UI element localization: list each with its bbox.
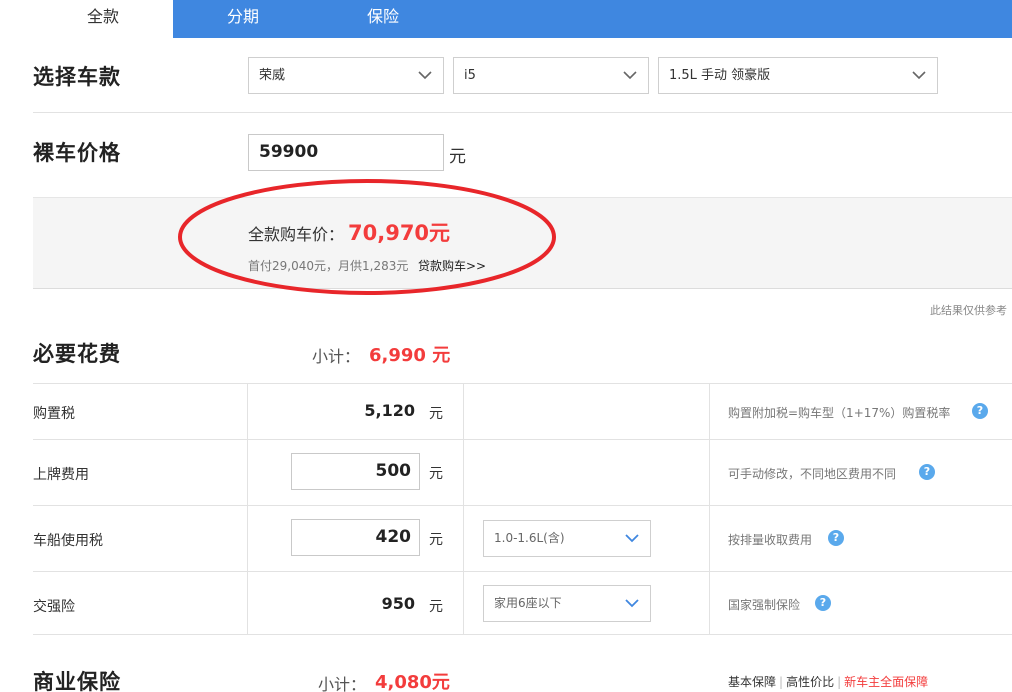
table-column-line [463,383,464,635]
result-panel: 全款购车价： 70,970元 首付29,040元，月供1,283元 贷款购车>> [33,197,1012,289]
divider [33,112,1012,113]
purchase-tax-amount: 5,120 [364,401,415,420]
chevron-down-icon [417,69,433,81]
purchase-tax-label: 购置税 [33,406,75,422]
compulsory-insurance-unit: 元 [429,599,443,615]
plate-fee-label: 上牌费用 [33,467,89,483]
chevron-down-icon [624,532,640,544]
table-column-line [709,383,710,635]
commercial-subtotal-value: 4,080元 [375,672,450,692]
help-icon[interactable]: ? [919,464,935,480]
plan-value-link[interactable]: 高性价比 [786,675,834,689]
displacement-select-value: 1.0-1.6L(含) [494,531,565,545]
plate-fee-unit: 元 [429,466,443,482]
chevron-down-icon [911,69,927,81]
tab-full-payment[interactable]: 全款 [33,0,173,38]
necessary-costs-title: 必要花费 [33,342,121,366]
help-icon[interactable]: ? [972,403,988,419]
tab-installment[interactable]: 分期 [173,0,313,38]
brand-select-value: 荣威 [259,68,286,83]
help-icon[interactable]: ? [828,530,844,546]
vehicle-tax-unit: 元 [429,532,443,548]
loan-purchase-link[interactable]: 贷款购车>> [418,257,486,274]
necessary-subtotal-value: 6,990 元 [369,345,451,366]
purchase-tax-desc: 购置附加税=购车型（1+17%）购置税率 [728,406,951,420]
table-line [33,383,1012,384]
vehicle-tax-label: 车船使用税 [33,533,103,549]
vehicle-tax-input[interactable]: 420 [291,519,420,556]
compulsory-insurance-desc: 国家强制保险 [728,598,801,612]
bare-price-title: 裸车价格 [33,141,121,165]
brand-select[interactable]: 荣威 [248,57,444,94]
table-line [33,634,1012,635]
bare-price-input[interactable]: 59900 [248,134,444,171]
purchase-tax-unit: 元 [429,406,443,422]
plate-fee-input[interactable]: 500 [291,453,420,490]
commercial-insurance-title: 商业保险 [33,670,121,692]
divider: | [779,675,784,689]
divider: | [837,675,842,689]
displacement-select[interactable]: 1.0-1.6L(含) [483,520,651,557]
table-line [33,505,1012,506]
seat-class-select-value: 家用6座以下 [494,596,562,610]
version-select[interactable]: 1.5L 手动 领豪版 [658,57,938,94]
chevron-down-icon [624,597,640,609]
total-price-label: 全款购车价： [248,225,345,244]
help-icon[interactable]: ? [815,595,831,611]
tab-insurance[interactable]: 保险 [313,0,453,38]
plan-full-coverage-link[interactable]: 新车主全面保障 [844,675,928,689]
table-column-line [247,383,248,635]
model-select[interactable]: i5 [453,57,649,94]
reference-note: 此结果仅供参考 [930,304,1007,317]
payment-summary: 首付29,040元，月供1,283元 [248,259,409,273]
table-line [33,571,1012,572]
tab-bar: 全款 分期 保险 [33,0,1012,38]
plate-fee-desc: 可手动修改，不同地区费用不同 [728,467,897,481]
table-line [33,439,1012,440]
compulsory-insurance-amount: 950 [381,594,415,613]
commercial-subtotal-label: 小计： [318,675,367,692]
insurance-plan-links: 基本保障 | 高性价比 | 新车主全面保障 [728,673,928,690]
necessary-subtotal-label: 小计： [312,347,361,366]
total-price-value: 70,970元 [348,221,451,245]
seat-class-select[interactable]: 家用6座以下 [483,585,651,622]
version-select-value: 1.5L 手动 领豪版 [669,68,771,83]
compulsory-insurance-label: 交强险 [33,599,75,615]
select-car-title: 选择车款 [33,65,121,89]
model-select-value: i5 [464,68,476,83]
chevron-down-icon [622,69,638,81]
plan-basic-link[interactable]: 基本保障 [728,675,776,689]
vehicle-tax-desc: 按排量收取费用 [728,533,813,547]
bare-price-unit: 元 [449,147,466,167]
